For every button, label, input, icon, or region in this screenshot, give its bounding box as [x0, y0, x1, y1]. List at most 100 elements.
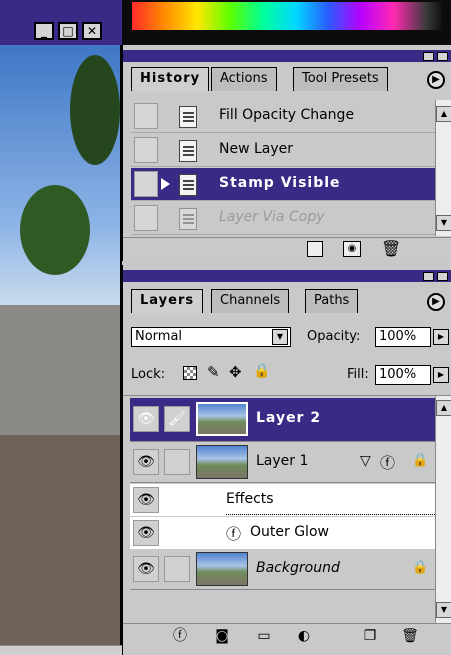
- tab-history[interactable]: History: [131, 67, 210, 91]
- layers-panel: Layers Channels Paths ▶ Normal ▼ Opacity…: [122, 265, 451, 655]
- history-state-icon: [179, 174, 197, 196]
- new-document-icon[interactable]: [307, 241, 323, 257]
- tab-tool-presets[interactable]: Tool Presets: [293, 67, 388, 91]
- lock-transparent-icon[interactable]: [183, 366, 197, 380]
- layer-style-icon[interactable]: ⓕ: [169, 627, 191, 645]
- layer-name: Background: [256, 560, 340, 576]
- scroll-down-icon[interactable]: ▼: [436, 602, 451, 618]
- layer-thumbnail: [196, 402, 248, 436]
- snapshot-source-box[interactable]: [134, 171, 158, 197]
- history-panel-titlebar[interactable]: [123, 50, 451, 62]
- layer-name: Layer 1: [256, 453, 309, 469]
- new-layer-icon[interactable]: ❐: [359, 627, 381, 645]
- eye-icon[interactable]: 👁: [133, 556, 159, 582]
- ground-shape: [0, 435, 120, 645]
- effect-name: Outer Glow: [250, 524, 329, 540]
- eye-icon[interactable]: 👁: [133, 406, 159, 432]
- history-item-label: Layer Via Copy: [219, 209, 325, 225]
- layers-panel-titlebar[interactable]: [123, 270, 451, 282]
- adjustment-layer-icon[interactable]: ◐: [293, 627, 315, 645]
- close-icon[interactable]: [437, 272, 448, 281]
- history-state-icon: [179, 208, 197, 230]
- history-state-icon: [179, 106, 197, 128]
- snapshot-source-box[interactable]: [134, 137, 158, 163]
- maximize-icon[interactable]: □: [58, 22, 78, 40]
- opacity-slider-arrow-icon[interactable]: ▶: [433, 329, 449, 345]
- fill-input[interactable]: 100%: [375, 365, 431, 385]
- history-footer: ◉ 🗑: [123, 237, 451, 261]
- history-item[interactable]: Layer Via Copy: [131, 202, 436, 235]
- history-item-label: Fill Opacity Change: [219, 107, 355, 123]
- brush-icon[interactable]: 🖌: [164, 406, 190, 432]
- eye-icon[interactable]: 👁: [133, 520, 159, 546]
- snapshot-source-box[interactable]: [134, 205, 158, 231]
- layers-scrollbar[interactable]: ▲ ▼: [435, 396, 451, 624]
- history-item-selected[interactable]: Stamp Visible: [131, 168, 436, 201]
- effects-divider: [226, 514, 435, 515]
- history-item[interactable]: Fill Opacity Change: [131, 100, 436, 133]
- link-slot[interactable]: [164, 449, 190, 475]
- collapse-icon[interactable]: [423, 272, 434, 281]
- panel-menu-icon[interactable]: ▶: [427, 293, 445, 311]
- layer-row-background[interactable]: 👁 Background 🔒: [130, 550, 435, 590]
- camera-icon[interactable]: ◉: [343, 241, 361, 257]
- trash-icon[interactable]: 🗑: [399, 627, 421, 645]
- layer-thumbnail: [196, 552, 248, 586]
- fill-slider-arrow-icon[interactable]: ▶: [433, 367, 449, 383]
- document-canvas[interactable]: [0, 45, 120, 645]
- link-slot[interactable]: [164, 556, 190, 582]
- scroll-up-icon[interactable]: ▲: [436, 106, 451, 122]
- document-titlebar[interactable]: _ □ ✕: [0, 0, 122, 45]
- layer-row-layer-1[interactable]: 👁 Layer 1 ▽ ⓕ 🔒: [130, 443, 435, 483]
- history-pointer-icon: [161, 178, 170, 190]
- folder-icon[interactable]: ▭: [253, 627, 275, 645]
- opacity-label: Opacity:: [307, 329, 361, 344]
- collapse-icon[interactable]: [423, 52, 434, 61]
- history-panel: History Actions Tool Presets ▶ Fill Opac…: [122, 45, 451, 261]
- chevron-down-icon[interactable]: ▼: [272, 329, 288, 345]
- document-statusbar: [0, 645, 122, 655]
- history-item-label: New Layer: [219, 141, 294, 157]
- minimize-icon[interactable]: _: [34, 22, 54, 40]
- history-scrollbar[interactable]: ▲ ▼: [435, 100, 451, 236]
- history-item-label: Stamp Visible: [219, 175, 341, 191]
- blend-mode-value: Normal: [135, 329, 183, 344]
- tree-shape: [70, 55, 120, 165]
- layer-style-icon: ⓕ: [226, 525, 242, 543]
- panel-menu-icon[interactable]: ▶: [427, 71, 445, 89]
- blend-mode-select[interactable]: Normal ▼: [131, 327, 291, 347]
- snapshot-source-box[interactable]: [134, 103, 158, 129]
- layer-list: 👁 🖌 Layer 2 👁 Layer 1 ▽ ⓕ 🔒 👁 Effects 👁 …: [123, 395, 451, 623]
- lock-move-icon[interactable]: ✥: [229, 363, 242, 381]
- history-list: Fill Opacity Change New Layer Stamp Visi…: [123, 100, 451, 235]
- close-icon[interactable]: [437, 52, 448, 61]
- layer-row-layer-2[interactable]: 👁 🖌 Layer 2: [130, 398, 435, 442]
- scroll-up-icon[interactable]: ▲: [436, 400, 451, 416]
- trash-icon[interactable]: 🗑: [381, 239, 401, 258]
- add-mask-icon[interactable]: ◙: [211, 627, 233, 645]
- wall-shape: [0, 305, 120, 435]
- lock-icon: 🔒: [412, 560, 429, 575]
- tab-actions[interactable]: Actions: [211, 67, 277, 91]
- color-spectrum[interactable]: [132, 2, 442, 30]
- fill-label: Fill:: [347, 367, 369, 382]
- opacity-input[interactable]: 100%: [375, 327, 431, 347]
- layer-style-icon: ⓕ: [380, 454, 396, 472]
- tab-paths[interactable]: Paths: [305, 289, 359, 313]
- expand-effects-icon[interactable]: ▽: [360, 453, 371, 469]
- scroll-down-icon[interactable]: ▼: [436, 215, 451, 231]
- eye-icon[interactable]: 👁: [133, 449, 159, 475]
- tab-layers[interactable]: Layers: [131, 289, 204, 313]
- history-state-icon: [179, 140, 197, 162]
- history-item[interactable]: New Layer: [131, 134, 436, 167]
- tab-channels[interactable]: Channels: [211, 289, 290, 313]
- lock-label: Lock:: [131, 367, 166, 382]
- document-window: _ □ ✕: [0, 0, 122, 655]
- effects-row[interactable]: 👁 Effects: [130, 484, 435, 516]
- lock-icon: 🔒: [412, 453, 429, 468]
- eye-icon[interactable]: 👁: [133, 487, 159, 513]
- outer-glow-row[interactable]: 👁 ⓕ Outer Glow: [130, 517, 435, 549]
- close-icon[interactable]: ✕: [82, 22, 102, 40]
- lock-all-icon[interactable]: 🔒: [253, 363, 270, 379]
- lock-paint-icon[interactable]: ✎: [207, 363, 220, 381]
